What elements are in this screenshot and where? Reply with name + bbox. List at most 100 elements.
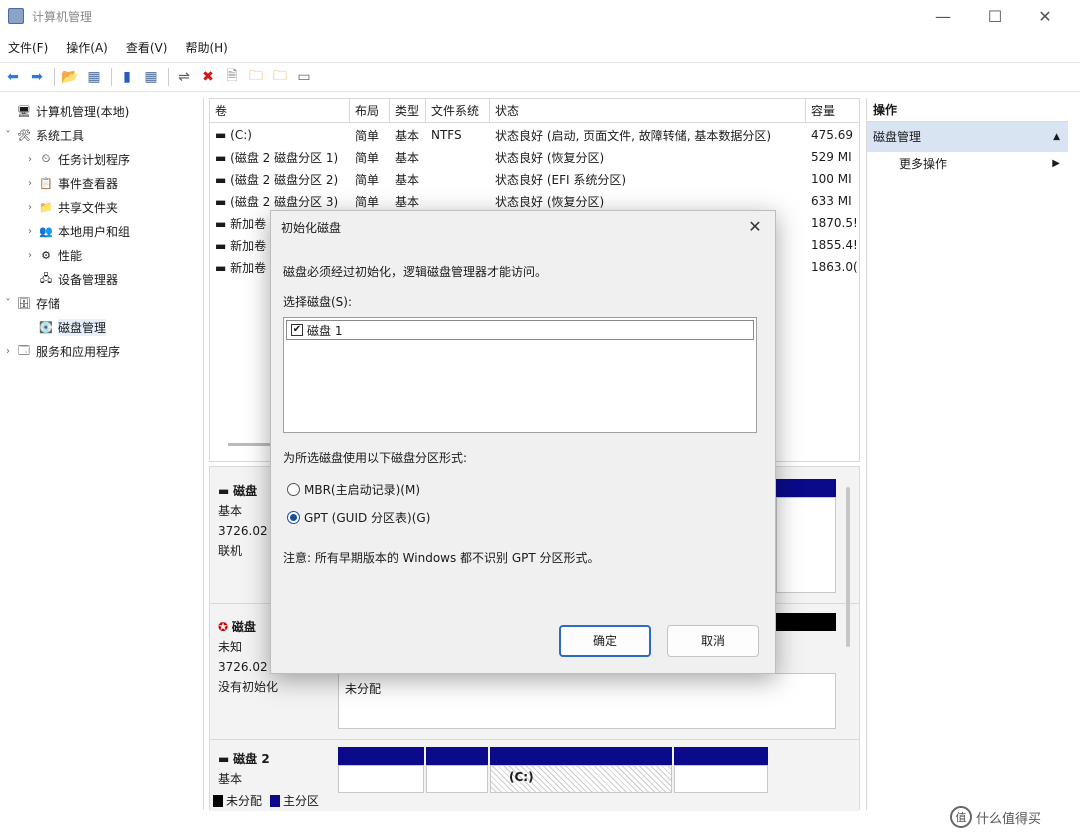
chevron-right-icon[interactable]: › [24, 154, 36, 165]
up-folder-icon[interactable]: 📂 [59, 66, 81, 88]
table-row[interactable]: ▬ (磁盘 2 磁盘分区 2) 简单 基本 状态良好 (EFI 系统分区) 10… [210, 168, 859, 190]
volume-icon: ▬ [215, 194, 231, 209]
tree-item-device-manager[interactable]: 🖧 设备管理器 [24, 268, 118, 290]
collapse-icon[interactable]: ▲ [1053, 122, 1060, 152]
partition-box[interactable] [776, 497, 836, 593]
tools-icon: 🛠 [17, 128, 31, 142]
table-row[interactable]: ▬ (C:) 简单 基本 NTFS 状态良好 (启动, 页面文件, 故障转储, … [210, 124, 859, 146]
watermark: 值 什么值得买 [950, 806, 1041, 828]
column-header-status[interactable]: 状态 [490, 99, 806, 123]
partition-box[interactable] [674, 765, 768, 793]
minimize-button[interactable]: — [920, 0, 966, 32]
cell-status: 状态良好 (EFI 系统分区) [495, 172, 627, 187]
chevron-down-icon[interactable]: ˅ [2, 130, 14, 141]
gpt-radio-label: GPT (GUID 分区表)(G) [304, 511, 431, 525]
cell-type: 基本 [395, 172, 420, 187]
help-icon[interactable]: ▦ [140, 66, 162, 88]
legend-unallocated: 未分配 [226, 794, 263, 808]
column-header-capacity[interactable]: 容量 [806, 99, 859, 123]
legend: 未分配 主分区 [213, 792, 319, 809]
tree-item-task-scheduler[interactable]: › ⏲ 任务计划程序 [24, 148, 130, 170]
disk-warning-icon: ✪ [218, 620, 232, 634]
tree-item-performance[interactable]: › ⚙ 性能 [24, 244, 82, 266]
computer-management-icon [8, 8, 24, 24]
export-icon[interactable]: 🗀 [269, 66, 291, 88]
tree-item-label: 服务和应用程序 [36, 344, 121, 359]
tree-item-storage[interactable]: ˅ 🗄 存储 [2, 292, 61, 314]
gpt-radio[interactable]: GPT (GUID 分区表)(G) [287, 509, 430, 526]
cell-layout: 简单 [355, 150, 380, 165]
more-actions-item[interactable]: 更多操作 ▶ [867, 152, 1068, 176]
connect-icon[interactable]: ⇌ [173, 66, 195, 88]
view-icon[interactable]: ▭ [293, 66, 315, 88]
menu-help[interactable]: 帮助(H) [185, 39, 227, 56]
unallocated-box[interactable]: 未分配 [338, 673, 836, 729]
cell-volume: (磁盘 2 磁盘分区 2) [230, 172, 339, 187]
tree-item-system-tools[interactable]: ˅ 🛠 系统工具 [2, 124, 85, 146]
volume-icon: ▬ [215, 150, 231, 165]
cell-capacity: 100 MI [811, 172, 852, 186]
volume-icon: ▬ [215, 216, 231, 231]
actions-section-disk-management[interactable]: 磁盘管理 ▲ [867, 122, 1068, 152]
cell-volume: 新加卷 [230, 216, 267, 231]
menu-view[interactable]: 查看(V) [126, 39, 168, 56]
partition-bar[interactable] [426, 747, 488, 765]
forward-icon[interactable]: ➡ [26, 66, 48, 88]
partition-bar[interactable] [674, 747, 768, 765]
chevron-right-icon[interactable]: › [24, 178, 36, 189]
show-hide-tree-icon[interactable]: ▦ [83, 66, 105, 88]
close-button[interactable]: ✕ [1022, 0, 1068, 32]
radio-selected-icon[interactable] [287, 511, 300, 524]
partition-bar[interactable] [490, 747, 672, 765]
column-header-volume[interactable]: 卷 [210, 99, 350, 123]
tree-item-local-users[interactable]: › 👥 本地用户和组 [24, 220, 130, 242]
chevron-down-icon[interactable]: ˅ [2, 298, 14, 309]
mbr-radio-label: MBR(主启动记录)(M) [304, 483, 421, 497]
menu-file[interactable]: 文件(F) [8, 39, 48, 56]
maximize-button[interactable]: ☐ [972, 0, 1018, 32]
new-icon[interactable]: 🗎 [221, 66, 243, 88]
column-header-layout[interactable]: 布局 [350, 99, 390, 123]
partition-box[interactable] [338, 765, 424, 793]
disk-type: 基本 [218, 772, 243, 786]
disk-info[interactable]: ▬ 磁盘 2 基本 [212, 745, 332, 793]
tree-item-event-viewer[interactable]: › 📋 事件查看器 [24, 172, 118, 194]
tree-item-disk-management[interactable]: 💽 磁盘管理 [24, 316, 107, 338]
table-row[interactable]: ▬ (磁盘 2 磁盘分区 1) 简单 基本 状态良好 (恢复分区) 529 MI [210, 146, 859, 168]
disk-select-list[interactable]: ✔ 磁盘 1 [283, 317, 757, 433]
navigation-tree: 🖥 计算机管理(本地) ˅ 🛠 系统工具 › ⏲ 任务计划程序 › 📋 事件查看… [0, 98, 204, 810]
column-header-filesystem[interactable]: 文件系统 [426, 99, 490, 123]
back-icon[interactable]: ⬅ [2, 66, 24, 88]
storage-icon: 🗄 [17, 296, 31, 310]
delete-icon[interactable]: ✖ [197, 66, 219, 88]
disk-icon: 💽 [39, 320, 53, 334]
chevron-right-icon: ▶ [1052, 158, 1060, 169]
disk-icon: ▬ [218, 484, 234, 498]
disk-list-item[interactable]: ✔ 磁盘 1 [286, 320, 754, 340]
tree-item-shared-folders[interactable]: › 📁 共享文件夹 [24, 196, 118, 218]
refresh-icon[interactable]: 🗀 [245, 66, 267, 88]
partition-box[interactable] [426, 765, 488, 793]
chevron-right-icon[interactable]: › [24, 250, 36, 261]
vertical-scrollbar[interactable] [846, 487, 850, 647]
chevron-right-icon[interactable]: › [24, 202, 36, 213]
ok-button[interactable]: 确定 [559, 625, 651, 657]
column-header-type[interactable]: 类型 [390, 99, 426, 123]
dialog-close-button[interactable]: ✕ [743, 215, 767, 239]
chevron-right-icon[interactable]: › [24, 226, 36, 237]
properties-icon[interactable]: ▮ [116, 66, 138, 88]
volume-icon: ▬ [215, 172, 231, 187]
mbr-radio[interactable]: MBR(主启动记录)(M) [287, 481, 420, 498]
unallocated-bar[interactable] [776, 613, 836, 631]
menu-action[interactable]: 操作(A) [66, 39, 108, 56]
checkbox-checked-icon[interactable]: ✔ [291, 324, 303, 336]
partition-box-c[interactable]: (C:) [490, 765, 672, 793]
table-row[interactable]: ▬ (磁盘 2 磁盘分区 3) 简单 基本 状态良好 (恢复分区) 633 MI [210, 190, 859, 212]
partition-bar[interactable] [338, 747, 424, 765]
chevron-right-icon[interactable]: › [2, 346, 14, 357]
radio-unselected-icon[interactable] [287, 483, 300, 496]
partition-bar[interactable] [776, 479, 836, 497]
cancel-button[interactable]: 取消 [667, 625, 759, 657]
tree-item-services-apps[interactable]: › 🗔 服务和应用程序 [2, 340, 120, 362]
tree-item-computer-management[interactable]: 🖥 计算机管理(本地) [2, 100, 129, 122]
